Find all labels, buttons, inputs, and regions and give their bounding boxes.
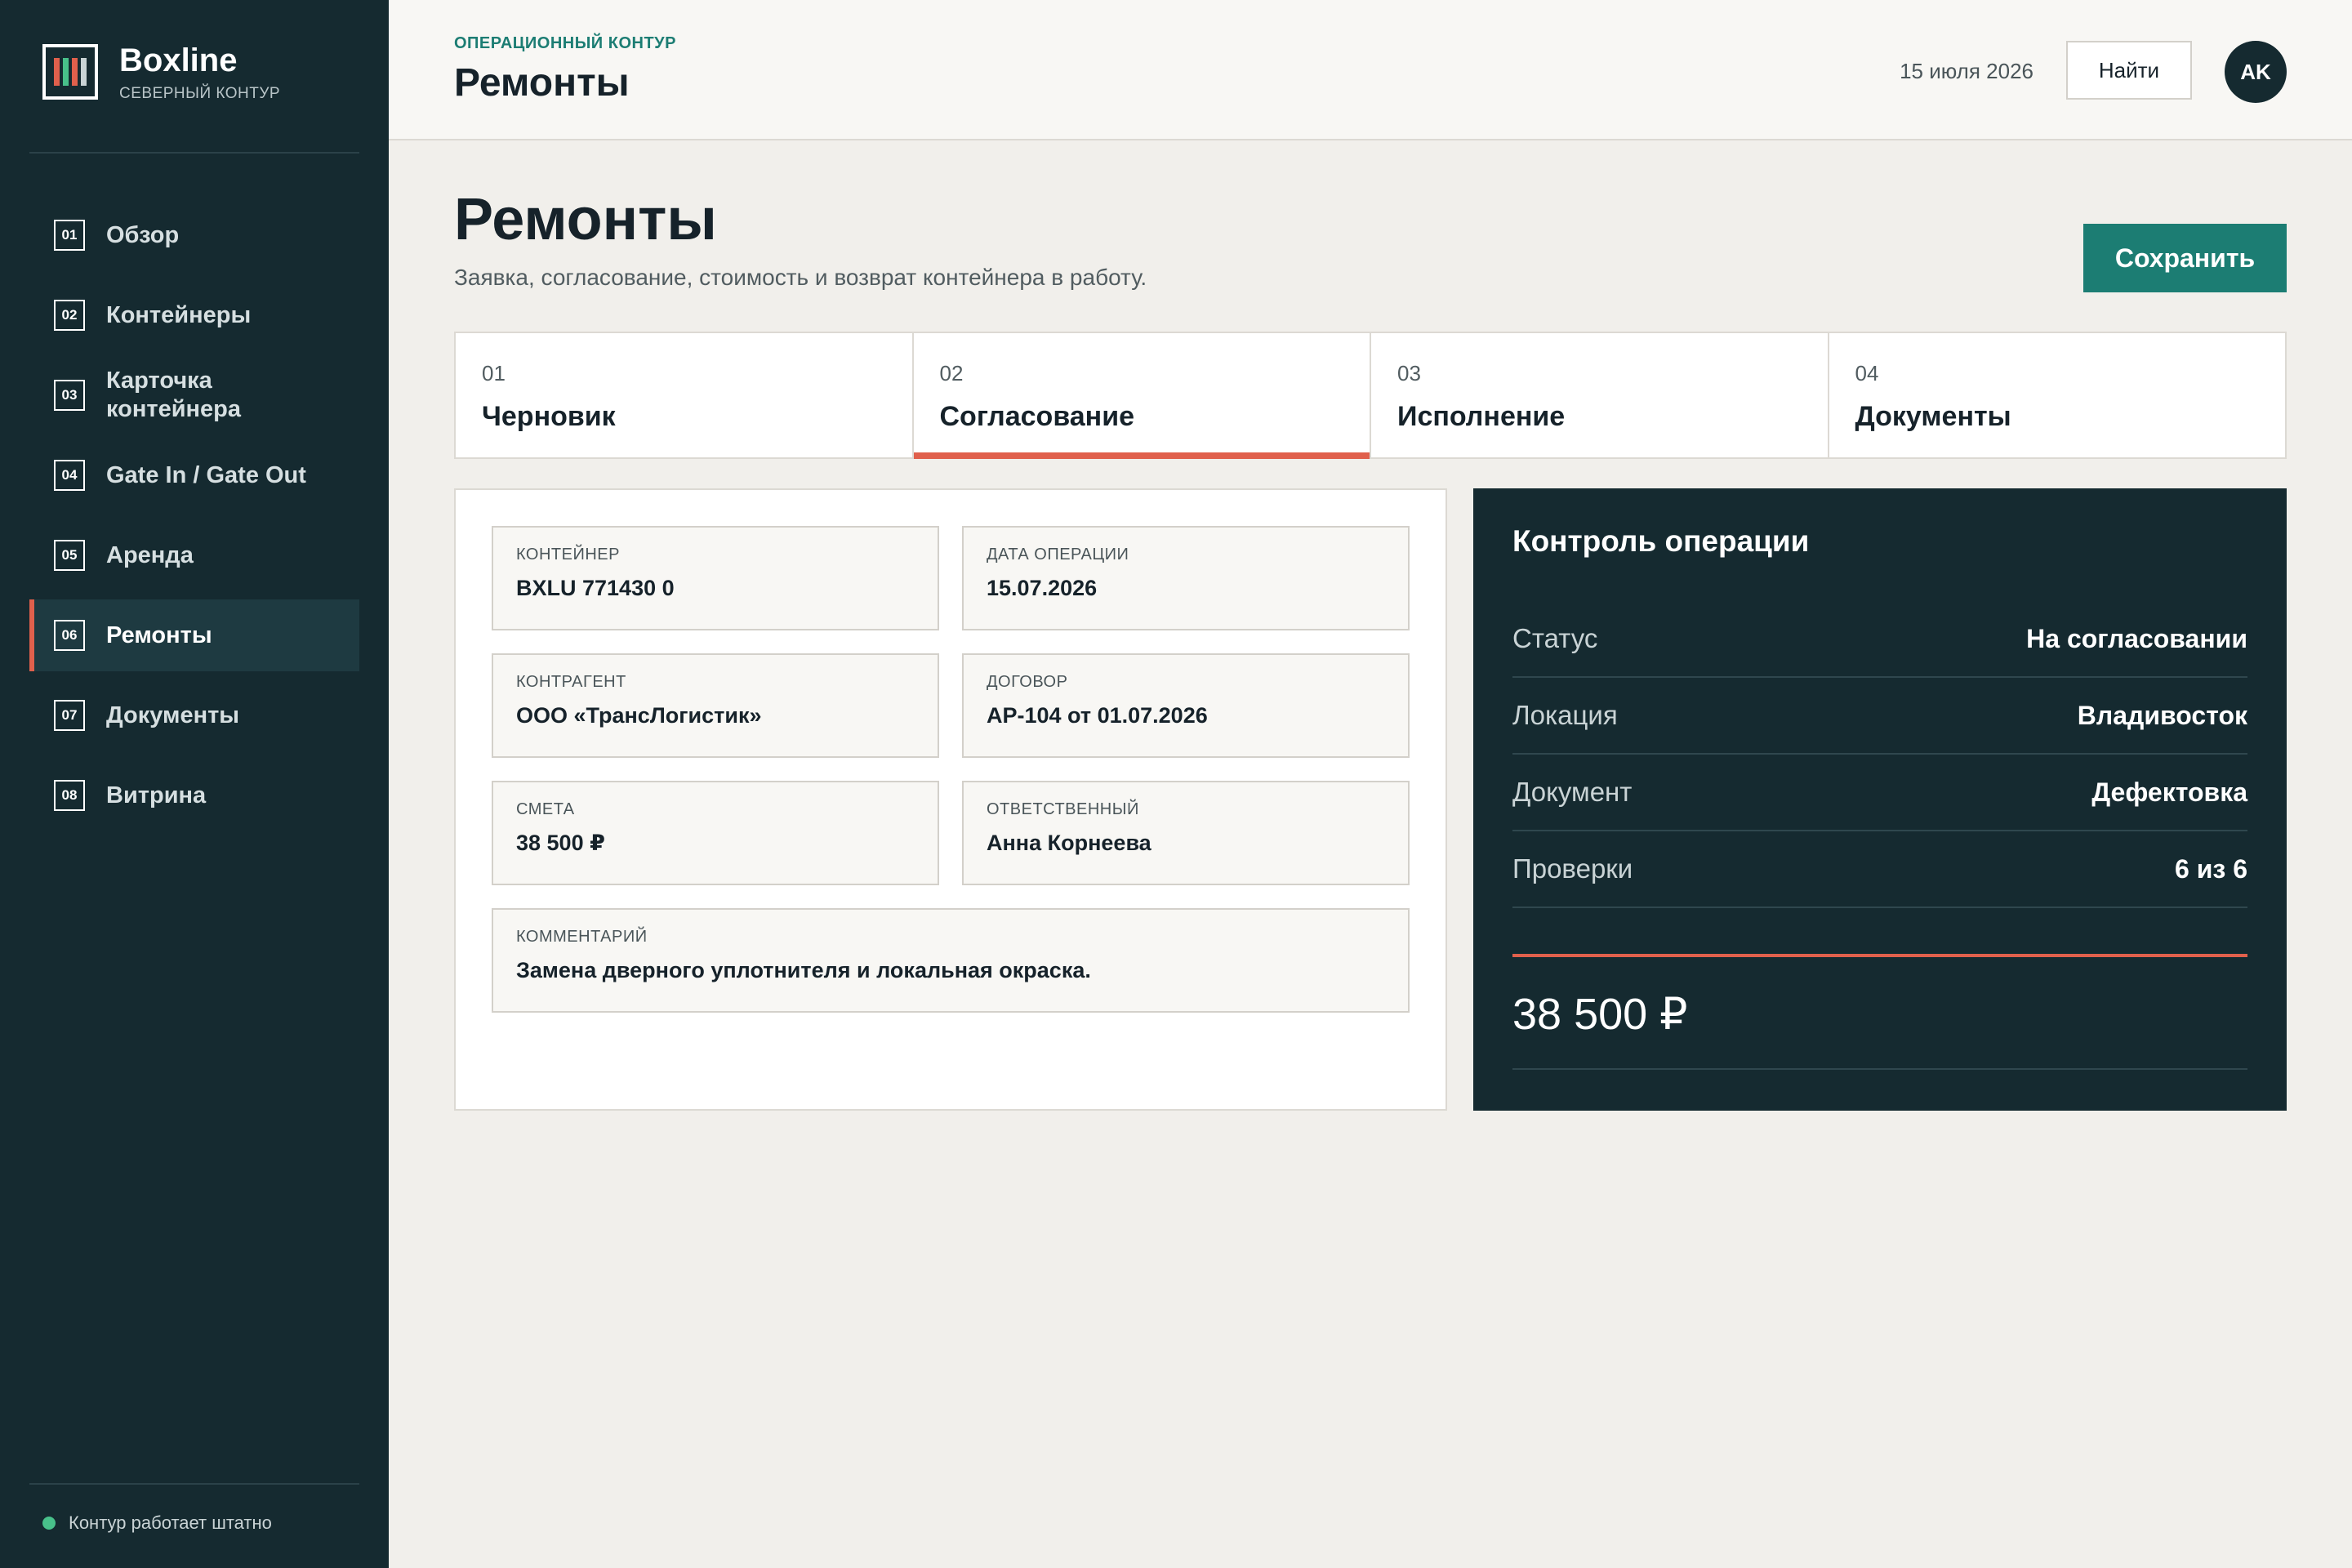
- sidebar-item-number: 01: [54, 220, 85, 251]
- container-field[interactable]: Контейнер BXLU 771430 0: [492, 526, 939, 630]
- step-number: 01: [482, 361, 506, 385]
- field-label: Контейнер: [516, 546, 620, 564]
- sidebar-item-number: 08: [54, 780, 85, 811]
- control-key: Документ: [1512, 777, 1633, 807]
- page-title: Ремонты: [454, 187, 717, 252]
- avatar[interactable]: AK: [2225, 41, 2287, 103]
- sidebar-item-containers[interactable]: 02 Контейнеры: [29, 279, 359, 351]
- field-value: 15.07.2026: [987, 576, 1098, 600]
- step-execution[interactable]: 03 Исполнение: [1371, 333, 1829, 457]
- control-key: Статус: [1512, 623, 1598, 653]
- field-value: AP-104 от 01.07.2026: [987, 703, 1208, 728]
- sidebar-item-showcase[interactable]: 08 Витрина: [29, 760, 359, 831]
- sidebar-item-number: 05: [54, 540, 85, 571]
- top-header: ОПЕРАЦИОННЫЙ КОНТУР Ремонты 15 июля 2026…: [389, 0, 2352, 140]
- estimate-field[interactable]: Смета 38 500 ₽: [492, 781, 939, 885]
- sidebar-item-documents[interactable]: 07 Документы: [29, 679, 359, 751]
- sidebar-item-label: Карточка контейнера: [106, 368, 242, 422]
- field-label: Комментарий: [516, 928, 648, 946]
- sidebar-item-label: Обзор: [106, 221, 180, 248]
- sidebar-item-label: Gate In / Gate Out: [106, 461, 306, 488]
- header-title: Ремонты: [454, 61, 630, 105]
- sidebar-item-number: 07: [54, 700, 85, 731]
- sidebar-item-label: Витрина: [106, 782, 207, 808]
- control-row-location: Локация Владивосток: [1512, 678, 2247, 755]
- sidebar-item-number: 06: [54, 620, 85, 651]
- control-value: Дефектовка: [2091, 777, 2247, 807]
- comment-field[interactable]: Комментарий Замена дверного уплотнителя …: [492, 908, 1410, 1013]
- step-label: Согласование: [939, 401, 1135, 432]
- save-button[interactable]: Сохранить: [2083, 224, 2287, 292]
- repair-form: Контейнер BXLU 771430 0 Дата операции 15…: [454, 488, 1447, 1111]
- sidebar-item-number: 03: [54, 380, 85, 411]
- sidebar-item-container-card[interactable]: 03 Карточка контейнера: [29, 359, 359, 431]
- counterparty-field[interactable]: Контрагент ООО «ТрансЛогистик»: [492, 653, 939, 758]
- header-eyebrow: ОПЕРАЦИОННЫЙ КОНТУР: [454, 34, 676, 52]
- brand-subtitle: СЕВЕРНЫЙ КОНТУР: [119, 85, 281, 102]
- control-value: Владивосток: [2077, 700, 2247, 730]
- field-value: BXLU 771430 0: [516, 576, 675, 600]
- step-number: 03: [1397, 361, 1421, 385]
- control-row-document: Документ Дефектовка: [1512, 755, 2247, 831]
- sidebar-item-number: 02: [54, 300, 85, 331]
- control-title: Контроль операции: [1512, 524, 1810, 558]
- step-draft[interactable]: 01 Черновик: [456, 333, 914, 457]
- sidebar-item-overview[interactable]: 01 Обзор: [29, 199, 359, 271]
- field-value: ООО «ТрансЛогистик»: [516, 703, 762, 728]
- field-label: Договор: [987, 673, 1068, 691]
- step-documents[interactable]: 04 Документы: [1829, 333, 2286, 457]
- control-value: На согласовании: [2026, 623, 2247, 653]
- step-label: Документы: [1855, 401, 2011, 432]
- field-label: Дата операции: [987, 546, 1129, 564]
- sidebar-bottom-divider: [29, 1483, 359, 1485]
- field-label: Контрагент: [516, 673, 626, 691]
- control-key: Проверки: [1512, 853, 1633, 884]
- sidebar-item-repairs[interactable]: 06 Ремонты: [29, 599, 359, 671]
- operation-control-panel: Контроль операции Статус На согласовании…: [1473, 488, 2287, 1111]
- sidebar-item-label: Документы: [106, 702, 240, 728]
- system-status: Контур работает штатно: [42, 1512, 272, 1534]
- control-key: Локация: [1512, 700, 1618, 730]
- sidebar-item-rental[interactable]: 05 Аренда: [29, 519, 359, 591]
- sidebar-item-gate[interactable]: 04 Gate In / Gate Out: [29, 439, 359, 511]
- sidebar-item-number: 04: [54, 460, 85, 491]
- step-number: 04: [1855, 361, 1879, 385]
- sidebar-item-label: Контейнеры: [106, 301, 252, 328]
- brand-name: Boxline: [119, 42, 238, 78]
- control-row-checks: Проверки 6 из 6: [1512, 831, 2247, 908]
- control-accent-divider: [1512, 954, 2247, 957]
- header-date: 15 июля 2026: [1900, 59, 2034, 83]
- sidebar-nav: 01 Обзор 02 Контейнеры 03 Карточка конте…: [29, 199, 359, 840]
- field-value: Замена дверного уплотнителя и локальная …: [516, 958, 1091, 982]
- field-label: Ответственный: [987, 800, 1139, 818]
- workflow-steps: 01 Черновик 02 Согласование 03 Исполнени…: [454, 332, 2287, 459]
- control-rows: Статус На согласовании Локация Владивост…: [1512, 601, 2247, 908]
- contract-field[interactable]: Договор AP-104 от 01.07.2026: [962, 653, 1410, 758]
- operation-date-field[interactable]: Дата операции 15.07.2026: [962, 526, 1410, 630]
- field-value: 38 500 ₽: [516, 831, 605, 855]
- sidebar: Boxline СЕВЕРНЫЙ КОНТУР 01 Обзор 02 Конт…: [0, 0, 389, 1568]
- page-subtitle: Заявка, согласование, стоимость и возвра…: [454, 265, 1147, 290]
- status-dot-icon: [42, 1517, 56, 1530]
- sidebar-divider: [29, 152, 359, 154]
- system-status-text: Контур работает штатно: [69, 1512, 272, 1533]
- field-label: Смета: [516, 800, 575, 818]
- sidebar-item-label: Аренда: [106, 541, 194, 568]
- step-label: Исполнение: [1397, 401, 1566, 432]
- boxline-logo-icon: [42, 44, 98, 100]
- field-value: Анна Корнеева: [987, 831, 1152, 855]
- find-button[interactable]: Найти: [2066, 41, 2192, 100]
- sidebar-item-label: Ремонты: [106, 621, 212, 648]
- control-value: 6 из 6: [2175, 853, 2247, 884]
- responsible-field[interactable]: Ответственный Анна Корнеева: [962, 781, 1410, 885]
- step-label: Черновик: [482, 401, 616, 432]
- step-approval[interactable]: 02 Согласование: [913, 333, 1371, 459]
- control-total: 38 500 ₽: [1512, 990, 1688, 1039]
- step-number: 02: [939, 361, 964, 385]
- control-bottom-divider: [1512, 1068, 2247, 1070]
- control-row-status: Статус На согласовании: [1512, 601, 2247, 678]
- brand[interactable]: Boxline СЕВЕРНЫЙ КОНТУР: [42, 41, 280, 103]
